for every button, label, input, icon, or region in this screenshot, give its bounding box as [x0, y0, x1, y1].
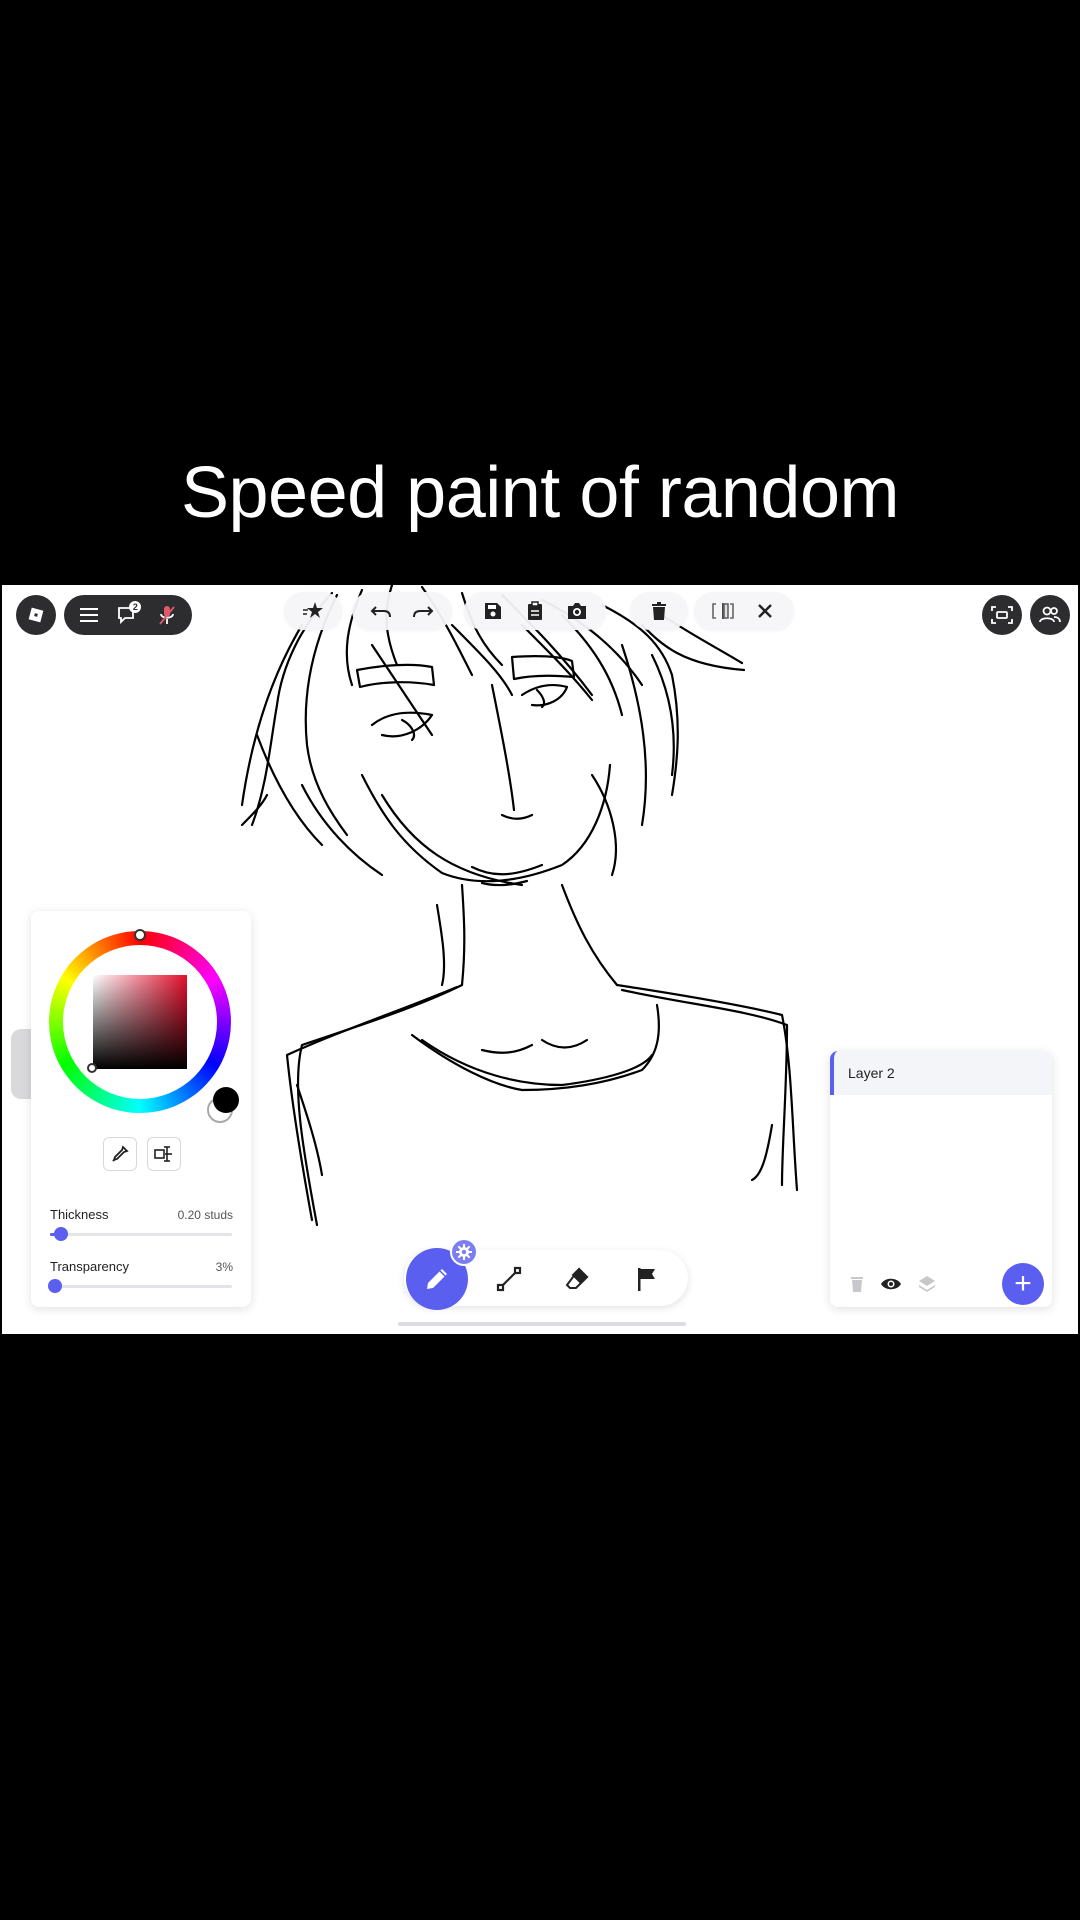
text-tool-button[interactable] [147, 1137, 181, 1171]
menu-button[interactable] [70, 595, 109, 635]
transparency-label: Transparency [50, 1259, 129, 1274]
merge-layer-button[interactable] [916, 1273, 938, 1295]
eyedropper-button[interactable] [103, 1137, 137, 1171]
screen-capture-icon [991, 606, 1013, 624]
clipboard-button[interactable] [514, 592, 556, 630]
line-tool-button[interactable] [488, 1258, 530, 1300]
eyedropper-icon [112, 1145, 129, 1162]
undo-icon [370, 606, 391, 618]
mic-button[interactable] [147, 595, 186, 635]
gear-icon [456, 1244, 472, 1260]
text-cursor-icon [154, 1146, 172, 1162]
camera-icon [568, 603, 586, 619]
mirror-icon [712, 603, 734, 619]
screen-capture-button[interactable] [982, 595, 1022, 635]
primary-color-swatch[interactable] [213, 1087, 239, 1113]
color-panel: Thickness 0.20 studs Transparency 3% [31, 911, 251, 1307]
pen-settings-button[interactable] [450, 1238, 478, 1266]
mirror-button[interactable] [702, 592, 744, 630]
effects-button[interactable] [292, 592, 334, 630]
delete-button[interactable] [638, 592, 680, 630]
clipboard-icon [528, 601, 542, 620]
line-icon [496, 1266, 522, 1292]
save-button[interactable] [472, 592, 514, 630]
sparkle-star-icon [303, 602, 323, 618]
eye-icon [881, 1278, 901, 1290]
toolbar-group-history [352, 592, 452, 630]
redo-icon [413, 606, 434, 618]
flag-tool-button[interactable] [626, 1258, 668, 1300]
layers-panel: Layer 2 + [830, 1051, 1052, 1307]
toolbar-group-file [464, 592, 606, 630]
transparency-value: 3% [215, 1260, 233, 1274]
close-icon [758, 604, 772, 618]
hue-wheel[interactable] [49, 929, 231, 1113]
sketch-body [285, 883, 799, 1227]
hue-knob[interactable] [134, 929, 146, 941]
toggle-layer-visibility-button[interactable] [880, 1273, 902, 1295]
hamburger-menu-icon [80, 608, 99, 622]
home-indicator [398, 1322, 686, 1326]
drawing-app: 2 Thickness 0.20 studs Transparency 3% L… [2, 585, 1078, 1334]
thickness-value: 0.20 studs [177, 1208, 233, 1222]
layers-footer: + [830, 1261, 1052, 1307]
flag-icon [638, 1268, 655, 1291]
toolbar-group-fx [284, 592, 342, 630]
thickness-slider[interactable] [50, 1227, 232, 1241]
layer-name: Layer 2 [848, 1065, 895, 1081]
roblox-logo-icon [28, 607, 44, 623]
toolbar-group-view [694, 592, 794, 630]
thickness-thumb[interactable] [53, 1227, 68, 1241]
sketch-face [355, 655, 612, 887]
undo-button[interactable] [360, 592, 402, 630]
redo-button[interactable] [402, 592, 444, 630]
people-button[interactable] [1030, 595, 1070, 635]
transparency-thumb[interactable] [48, 1279, 63, 1293]
microphone-muted-icon [158, 606, 175, 625]
pen-icon [427, 1269, 447, 1289]
layers-icon [919, 1276, 935, 1292]
toolbar-group-delete [630, 592, 688, 630]
video-caption: Speed paint of random [180, 453, 900, 533]
top-left-pill: 2 [64, 595, 192, 635]
chat-button[interactable]: 2 [109, 595, 148, 635]
tool-bar [404, 1238, 688, 1310]
add-layer-button[interactable]: + [1002, 1263, 1044, 1305]
eraser-icon [565, 1267, 589, 1289]
trash-icon [652, 602, 666, 620]
transparency-slider[interactable] [48, 1279, 232, 1293]
people-icon [1039, 606, 1061, 623]
saturation-value-square[interactable] [93, 975, 187, 1069]
sv-knob[interactable] [87, 1063, 97, 1073]
delete-layer-button[interactable] [846, 1273, 868, 1295]
eraser-tool-button[interactable] [556, 1258, 598, 1300]
thickness-label: Thickness [50, 1207, 109, 1222]
save-icon [485, 603, 501, 619]
close-button[interactable] [744, 592, 786, 630]
layer-item[interactable]: Layer 2 [830, 1051, 1052, 1095]
chat-badge: 2 [129, 601, 142, 613]
trash-icon [851, 1277, 863, 1292]
camera-button[interactable] [556, 592, 598, 630]
roblox-logo-button[interactable] [16, 595, 56, 635]
